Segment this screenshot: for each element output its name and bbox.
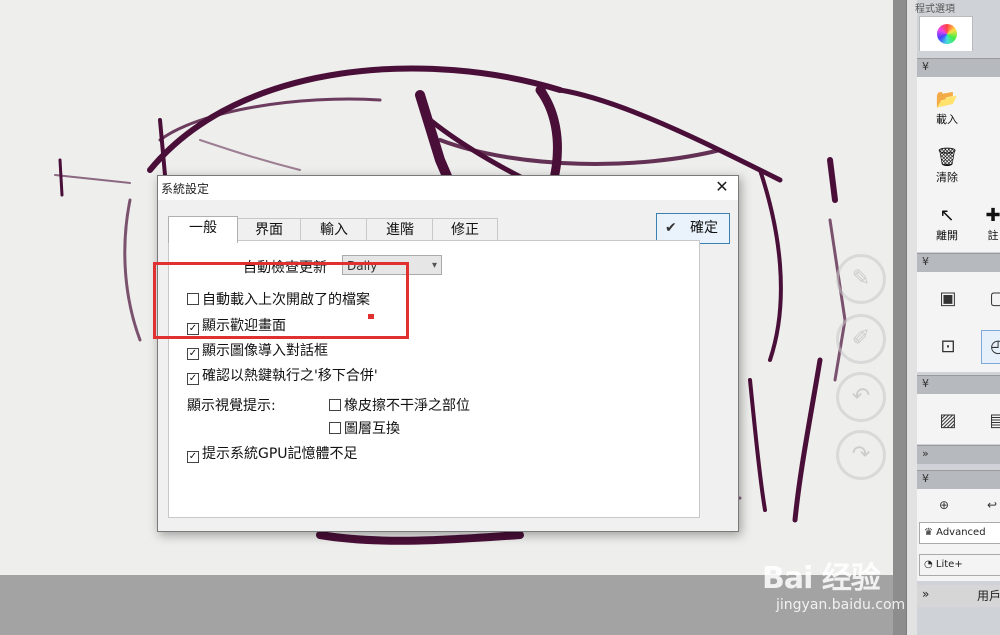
section-view: ▣ ▢ ⊡ ◴	[917, 272, 1000, 372]
clear-label: 清除	[936, 171, 958, 184]
panel-scrollbar[interactable]	[907, 0, 917, 635]
screen-actual-icon[interactable]: ▢	[981, 282, 1000, 316]
tab-fix[interactable]: 修正	[432, 218, 498, 241]
point-icon[interactable]: ⊡	[931, 330, 965, 364]
section-file: 📂 載入 🗑 清除 ↖ 離開 ✚ 註	[917, 77, 1000, 252]
section-header-image[interactable]: ¥	[917, 375, 1000, 394]
checkbox[interactable]: ✓	[187, 348, 199, 360]
chevron-down-icon: ¥	[922, 472, 929, 485]
general-tab-panel: 自動檢查更新 Daily ▾ 自動載入上次開啟了的檔案 ✓ 顯示歡迎畫面 ✓ 顯示圖…	[168, 240, 700, 518]
list-item-advanced[interactable]: ♛ Advanced	[919, 522, 1000, 544]
checkbox[interactable]	[187, 293, 199, 305]
update-value: Daily	[347, 259, 378, 273]
load-button[interactable]: 📂 載入	[929, 89, 965, 127]
checkbox[interactable]: ✓	[187, 323, 199, 335]
option-show-welcome[interactable]: ✓ 顯示歡迎畫面	[187, 315, 286, 335]
canvas-scrollbar[interactable]	[893, 0, 906, 635]
exit-arrow-icon: ↖	[939, 205, 955, 226]
section-header-presets[interactable]: ¥	[917, 470, 1000, 489]
register-icon: ✚	[985, 205, 1000, 226]
register-label: 註	[987, 229, 999, 242]
section-header-collapsed[interactable]: »	[917, 445, 1000, 464]
settings-dialog: 系統設定 ✕ 一般 界面 輸入 進階 修正 ✔ 確定 自動檢查更新 Daily …	[157, 175, 739, 532]
option-gpu-memory-warning[interactable]: ✓ 提示系統GPU記憶體不足	[187, 443, 358, 463]
preset-add-icon[interactable]: ⊕	[931, 493, 957, 517]
color-tab[interactable]	[919, 16, 973, 51]
register-button[interactable]: ✚ 註	[983, 205, 1000, 243]
ghost-brush-icon: ✐	[836, 314, 886, 364]
section-header-file[interactable]: ¥	[917, 58, 1000, 77]
chevron-down-icon: ▾	[431, 260, 437, 271]
rotate-icon[interactable]: ◴	[981, 330, 1000, 364]
checkbox[interactable]: ✓	[187, 451, 199, 463]
chevron-down-icon: ¥	[922, 255, 929, 268]
visual-hints-label: 顯示視覺提示:	[187, 398, 276, 414]
screen-fit-icon[interactable]: ▣	[931, 282, 965, 316]
trash-icon: 🗑	[935, 147, 959, 168]
options-panel: 程式選項 ¥ 📂 載入 🗑 清除 ↖ 離開 ✚ 註 ¥ ▣ ▢ ⊡ ◴ ¥ ▨ …	[906, 0, 1000, 635]
annotation-marker	[368, 314, 374, 319]
tab-general[interactable]: 一般	[168, 216, 238, 243]
crown-icon: ♛	[924, 527, 937, 538]
tab-advanced[interactable]: 進階	[366, 218, 434, 241]
ghost-redo-icon: ↷	[836, 430, 886, 480]
chevron-right-icon: »	[922, 447, 929, 460]
color-wheel-icon	[937, 24, 957, 44]
status-bar	[0, 575, 893, 635]
close-icon[interactable]: ✕	[712, 177, 732, 197]
folder-open-icon: 📂	[935, 89, 959, 110]
load-label: 載入	[936, 113, 958, 126]
chevron-down-icon: ¥	[922, 377, 929, 390]
ghost-eraser-icon: ✎	[836, 254, 886, 304]
checkbox[interactable]: ✓	[187, 373, 199, 385]
ok-label: 確定	[690, 220, 718, 236]
checkbox[interactable]	[329, 422, 341, 434]
clear-button[interactable]: 🗑 清除	[929, 147, 965, 185]
option-eraser-dirty[interactable]: 橡皮擦不干淨之部位	[329, 395, 470, 415]
checkmark-icon: ✔	[665, 220, 677, 236]
option-show-image-import[interactable]: ✓ 顯示圖像導入對話框	[187, 340, 328, 360]
option-confirm-hotkey-merge[interactable]: ✓ 確認以熱鍵執行之'移下合併'	[187, 365, 378, 385]
watermark-logo: Bai 经验	[762, 561, 881, 596]
image-crop-icon[interactable]: ▤	[981, 404, 1000, 438]
checkbox[interactable]	[329, 399, 341, 411]
chevron-down-icon: ¥	[922, 60, 929, 73]
user-label: 用戶	[977, 589, 1000, 603]
dialog-titlebar[interactable]: 系統設定 ✕	[158, 176, 738, 200]
update-label: 自動檢查更新	[243, 260, 327, 276]
panel-title: 程式選項	[915, 4, 955, 15]
option-layer-swap[interactable]: 圖層互換	[329, 418, 400, 438]
tab-input[interactable]: 輸入	[300, 218, 368, 241]
option-auto-load-last[interactable]: 自動載入上次開啟了的檔案	[187, 289, 370, 309]
preset-return-icon[interactable]: ↩	[979, 493, 1000, 517]
exit-label: 離開	[936, 229, 958, 242]
update-frequency-select[interactable]: Daily ▾	[342, 255, 442, 275]
section-header-view[interactable]: ¥	[917, 253, 1000, 272]
section-image: ▨ ▤	[917, 394, 1000, 444]
tab-interface[interactable]: 界面	[236, 218, 302, 241]
watermark-url: jingyan.baidu.com	[776, 597, 906, 613]
ghost-undo-icon: ↶	[836, 372, 886, 422]
watermark: Bai 经验 jingyan.baidu.com	[762, 553, 962, 613]
dialog-title: 系統設定	[161, 182, 210, 196]
exit-button[interactable]: ↖ 離開	[929, 205, 965, 243]
image-icon[interactable]: ▨	[931, 404, 965, 438]
